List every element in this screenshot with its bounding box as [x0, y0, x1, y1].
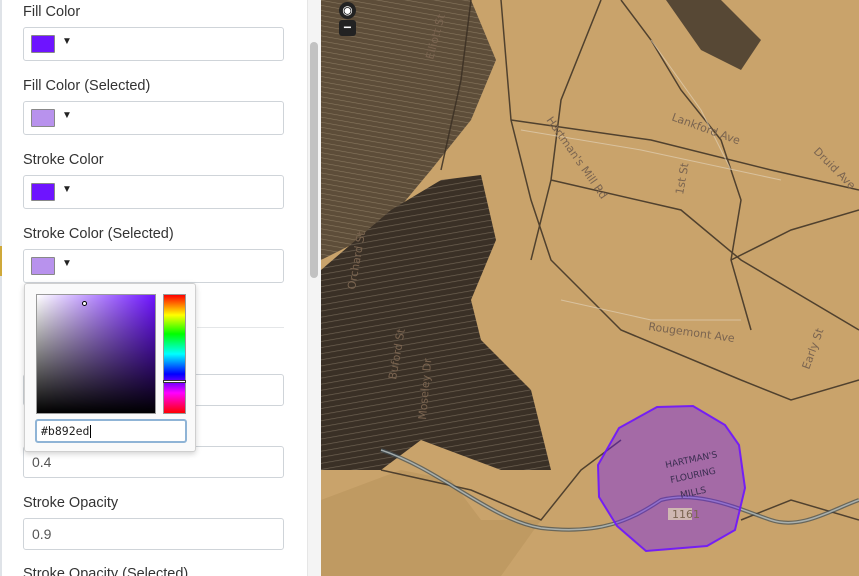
- stroke-color-selected-picker[interactable]: ▼: [23, 249, 284, 283]
- stroke-color-selected-swatch: [31, 257, 55, 275]
- chevron-down-icon: ▼: [62, 258, 72, 269]
- section-divider: [197, 327, 284, 328]
- hue-slider[interactable]: [163, 294, 186, 414]
- panel-left-edge: [0, 0, 2, 576]
- fill-color-selected-swatch: [31, 109, 55, 127]
- stroke-color-selected-label: Stroke Color (Selected): [23, 226, 174, 242]
- historic-map[interactable]: HARTMAN'S FLOURING MILLS 1161 Lankford A…: [321, 0, 859, 576]
- scrollbar-thumb[interactable]: [310, 42, 318, 278]
- stroke-opacity-selected-label: Stroke Opacity (Selected): [23, 566, 189, 576]
- chevron-down-icon: ▼: [62, 110, 72, 121]
- fill-color-label: Fill Color: [23, 4, 81, 20]
- fill-color-picker[interactable]: ▼: [23, 27, 284, 61]
- chevron-down-icon: ▼: [62, 184, 72, 195]
- stroke-color-swatch: [31, 183, 55, 201]
- stroke-opacity-label: Stroke Opacity: [23, 495, 119, 511]
- fill-color-selected-picker[interactable]: ▼: [23, 101, 284, 135]
- map-canvas: HARTMAN'S FLOURING MILLS 1161 Lankford A…: [321, 0, 859, 576]
- fill-color-selected-label: Fill Color (Selected): [23, 78, 151, 94]
- zoom-out-button[interactable]: −: [339, 20, 356, 36]
- stroke-color-label: Stroke Color: [23, 152, 104, 168]
- hex-color-input[interactable]: #b892ed: [35, 419, 187, 443]
- color-picker-popover: #b892ed: [24, 283, 196, 452]
- route-badge: 1161: [672, 508, 700, 521]
- edge-marker: [0, 246, 2, 276]
- globe-icon[interactable]: ◉: [339, 2, 356, 19]
- hue-handle[interactable]: [163, 380, 186, 383]
- saturation-handle[interactable]: [82, 301, 87, 306]
- chevron-down-icon: ▼: [62, 36, 72, 47]
- style-settings-panel: Fill Color ▼ Fill Color (Selected) ▼ Str…: [0, 0, 307, 576]
- fill-color-swatch: [31, 35, 55, 53]
- stroke-opacity-input[interactable]: 0.9: [23, 518, 284, 550]
- text-cursor: [90, 425, 92, 438]
- hex-value: #b892ed: [41, 424, 90, 438]
- stroke-color-picker[interactable]: ▼: [23, 175, 284, 209]
- saturation-value-area[interactable]: [36, 294, 156, 414]
